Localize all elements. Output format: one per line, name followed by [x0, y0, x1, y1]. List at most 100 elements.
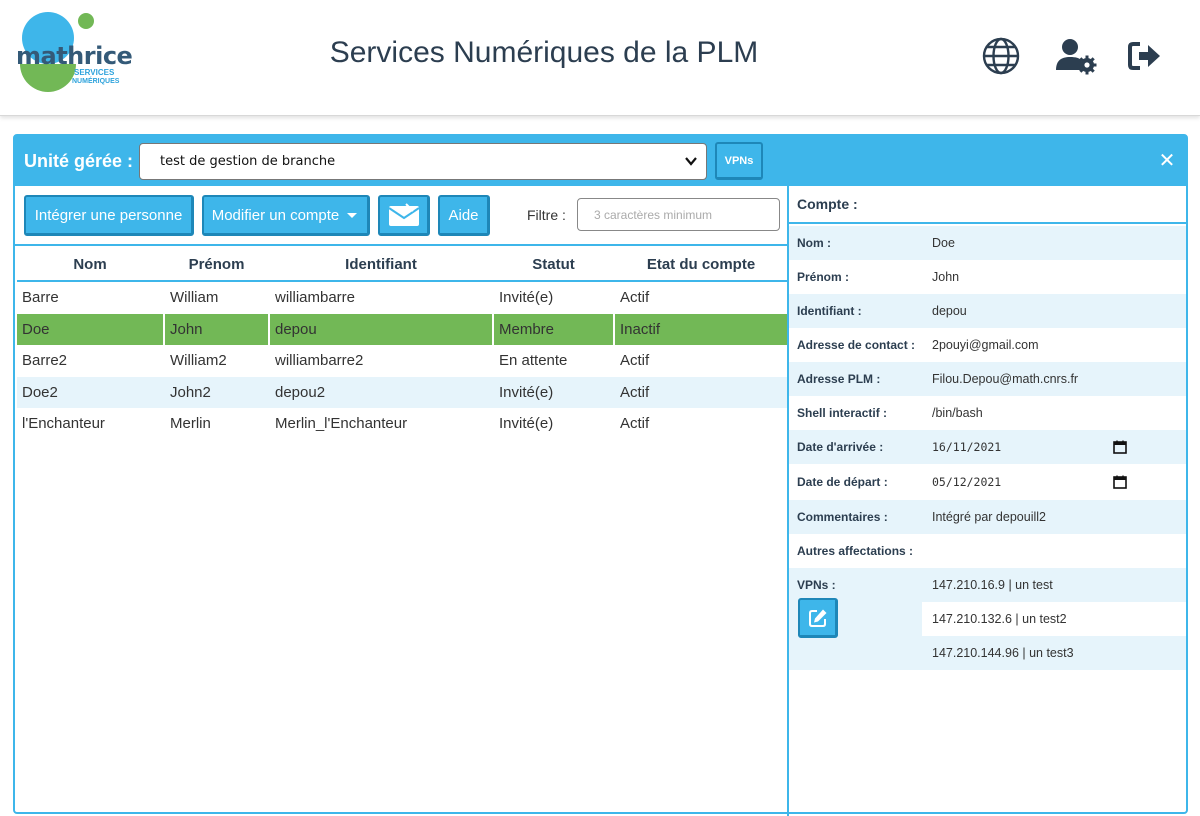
vpn-item: 147.210.16.9 | un test — [922, 568, 1186, 602]
detail-label: Identifiant : — [797, 304, 862, 318]
table-row-selected[interactable]: Doe John depou Membre Inactif — [17, 313, 787, 345]
detail-row-nom: Nom : Doe — [789, 226, 1186, 260]
app-header: mathrice SERVICES NUMÉRIQUES Services Nu… — [0, 0, 1200, 116]
detail-value: John — [932, 270, 960, 284]
column-header-statut[interactable]: Statut — [494, 248, 613, 282]
filter-input[interactable]: 3 caractères minimum — [577, 198, 780, 231]
departure-date-input[interactable]: 05/12/2021 — [932, 465, 1001, 499]
page-title: Services Numériques de la PLM — [329, 36, 759, 69]
cell-nom: Doe2 — [22, 383, 58, 401]
detail-value: Intégré par depouill2 — [932, 510, 1046, 524]
unit-select-value: test de gestion de branche — [160, 154, 336, 169]
detail-label: Shell interactif : — [797, 406, 888, 420]
cell-prenom: William — [170, 289, 219, 307]
email-button[interactable] — [378, 195, 430, 236]
vpn-item: 147.210.144.96 | un test3 — [922, 636, 1186, 670]
column-header-nom[interactable]: Nom — [17, 248, 163, 282]
integrate-person-button[interactable]: Intégrer une personne — [24, 195, 194, 236]
detail-value: Filou.Depou@math.cnrs.fr — [932, 372, 1079, 386]
cell-statut: Invité(e) — [499, 383, 554, 401]
detail-value: /bin/bash — [932, 406, 983, 420]
calendar-icon[interactable] — [1113, 440, 1127, 454]
calendar-icon[interactable] — [1113, 475, 1127, 489]
vpn-value: 147.210.132.6 | un test2 — [932, 612, 1067, 626]
edit-icon — [808, 609, 826, 627]
management-panel: Unité gérée : test de gestion de branche… — [13, 134, 1188, 816]
detail-label: Date d'arrivée : — [797, 440, 884, 454]
cell-identifiant: depou — [270, 313, 494, 345]
account-details: Compte : Nom : Doe Prénom : John Identif… — [789, 186, 1186, 816]
modify-account-label: Modifier un compte — [211, 206, 340, 224]
modify-account-button[interactable]: Modifier un compte — [202, 195, 370, 236]
cell-identifiant: williambarre — [275, 289, 356, 307]
column-header-identifiant[interactable]: Identifiant — [270, 248, 492, 282]
account-title: Compte : — [789, 186, 1186, 224]
detail-value: depou — [932, 304, 967, 318]
cell-prenom: William2 — [170, 352, 227, 370]
cell-prenom: Merlin — [170, 415, 211, 433]
globe-icon[interactable] — [979, 34, 1023, 78]
cell-identifiant: Merlin_l'Enchanteur — [275, 415, 408, 433]
cell-etat: Actif — [620, 415, 650, 433]
detail-row-prenom: Prénom : John — [789, 260, 1186, 294]
cell-etat: Inactif — [620, 320, 661, 338]
unit-bar: Unité gérée : test de gestion de branche… — [15, 136, 1186, 186]
cell-nom: Barre — [22, 289, 59, 307]
cell-statut: Invité(e) — [499, 415, 554, 433]
cell-etat: Actif — [620, 289, 650, 307]
vpn-value: 147.210.144.96 | un test3 — [932, 646, 1074, 660]
cell-nom: l'Enchanteur — [22, 415, 105, 433]
envelope-icon — [387, 203, 420, 226]
chevron-down-icon — [685, 157, 697, 166]
close-icon[interactable]: ✕ — [1155, 148, 1179, 172]
detail-label: VPNs : — [797, 578, 836, 592]
table-row[interactable]: Barre2 William2 williambarre2 En attente… — [17, 345, 787, 377]
detail-row-comments: Commentaires : Intégré par depouill2 — [789, 500, 1186, 534]
detail-label: Date de départ : — [797, 475, 888, 489]
user-gear-icon[interactable] — [1054, 34, 1098, 78]
detail-row-departure: Date de départ : 05/12/2021 — [789, 465, 1186, 499]
detail-value: 2pouyi@gmail.com — [932, 338, 1039, 352]
cell-nom: Barre2 — [22, 352, 68, 370]
vpn-value: 147.210.16.9 | un test — [932, 578, 1053, 592]
detail-row-identifiant: Identifiant : depou — [789, 294, 1186, 328]
detail-row-contact: Adresse de contact : 2pouyi@gmail.com — [789, 328, 1186, 362]
people-table: Nom Prénom Identifiant Statut Etat du co… — [17, 248, 787, 440]
detail-label: Commentaires : — [797, 510, 888, 524]
vpns-button[interactable]: VPNs — [715, 142, 763, 180]
cell-nom: Doe — [17, 313, 165, 345]
filter-label: Filtre : — [527, 207, 566, 223]
people-list-area: Intégrer une personne Modifier un compte… — [15, 186, 789, 816]
column-header-prenom[interactable]: Prénom — [165, 248, 268, 282]
detail-label: Prénom : — [797, 270, 850, 284]
vpn-item: 147.210.132.6 | un test2 — [922, 602, 1186, 636]
table-row[interactable]: l'Enchanteur Merlin Merlin_l'Enchanteur … — [17, 408, 787, 440]
cell-etat: Actif — [620, 352, 650, 370]
detail-row-shell: Shell interactif : /bin/bash — [789, 396, 1186, 430]
unit-label: Unité gérée : — [24, 151, 134, 171]
cell-statut: En attente — [499, 352, 568, 370]
table-header: Nom Prénom Identifiant Statut Etat du co… — [17, 248, 787, 282]
detail-label: Adresse PLM : — [797, 372, 881, 386]
column-header-etat[interactable]: Etat du compte — [615, 248, 787, 282]
logout-icon[interactable] — [1123, 34, 1167, 78]
help-button[interactable]: Aide — [438, 195, 490, 236]
detail-label: Autres affectations : — [797, 544, 914, 558]
detail-row-arrival: Date d'arrivée : 16/11/2021 — [789, 430, 1186, 464]
caret-down-icon — [347, 213, 358, 218]
detail-row-plm: Adresse PLM : Filou.Depou@math.cnrs.fr — [789, 362, 1186, 396]
cell-prenom: John2 — [170, 383, 211, 401]
cell-statut: Invité(e) — [499, 289, 554, 307]
cell-identifiant: williambarre2 — [275, 352, 364, 370]
edit-vpns-button[interactable] — [798, 598, 838, 638]
cell-identifiant: depou2 — [275, 383, 326, 401]
cell-prenom: John — [165, 313, 270, 345]
unit-select[interactable]: test de gestion de branche — [139, 143, 707, 180]
detail-label: Nom : — [797, 236, 831, 250]
cell-statut: Membre — [494, 313, 615, 345]
toolbar: Intégrer une personne Modifier un compte… — [15, 186, 789, 246]
arrival-date-input[interactable]: 16/11/2021 — [932, 430, 1001, 464]
detail-value: Doe — [932, 236, 955, 250]
table-row[interactable]: Barre William williambarre Invité(e) Act… — [17, 282, 787, 314]
table-row[interactable]: Doe2 John2 depou2 Invité(e) Actif — [17, 376, 787, 408]
